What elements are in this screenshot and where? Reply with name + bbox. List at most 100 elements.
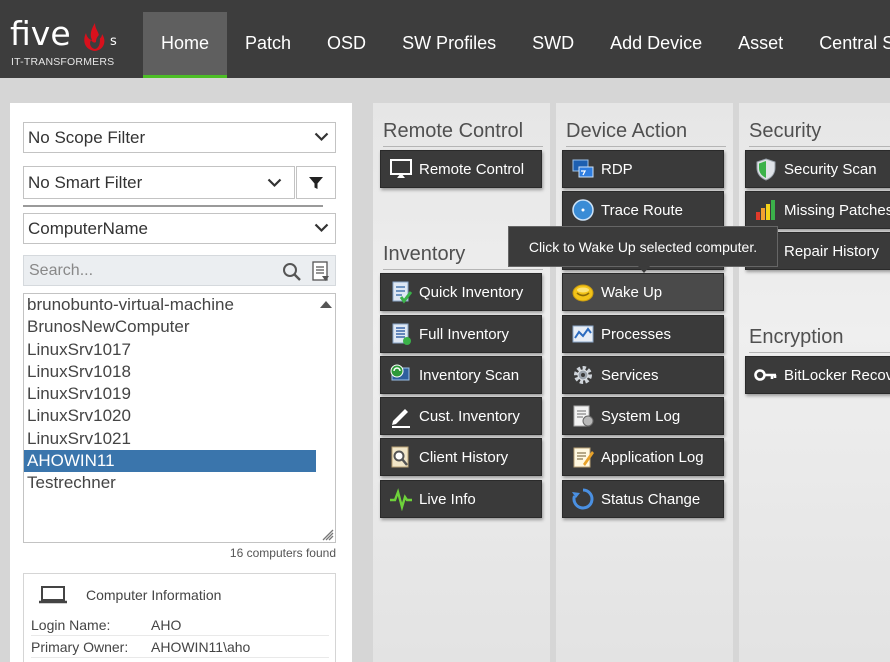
search-input[interactable] [29, 261, 269, 281]
nav-asset[interactable]: Asset [720, 12, 801, 78]
quick-inventory-button[interactable]: Quick Inventory [380, 273, 542, 311]
compass-icon [572, 199, 594, 221]
smart-filter-button[interactable] [296, 166, 336, 199]
shield-icon [756, 158, 776, 181]
encryption-title: Encryption [749, 326, 890, 353]
list-item[interactable]: BrunosNewComputer [24, 316, 316, 338]
rdp-button[interactable]: RDP [562, 150, 724, 188]
nav-sw-profiles[interactable]: SW Profiles [384, 12, 514, 78]
login-name-value: AHO [151, 616, 182, 633]
nav-home[interactable]: Home [143, 12, 228, 78]
chevron-down-icon [267, 178, 282, 188]
checklist-icon [392, 281, 413, 304]
chevron-down-icon [314, 132, 329, 142]
logo-word: five [10, 14, 71, 53]
smart-filter-select[interactable]: No Smart Filter [23, 166, 295, 199]
flame-icon [84, 23, 105, 51]
application-log-icon [573, 447, 594, 468]
trace-route-button[interactable]: Trace Route [562, 191, 724, 229]
logo-subtitle: IT-TRANSFORMERS [11, 56, 115, 68]
list-item[interactable]: LinuxSrv1017 [24, 339, 316, 361]
login-name-row: Login Name: AHO [31, 614, 329, 636]
list-item[interactable]: AHOWIN11 [24, 450, 316, 473]
application-log-label: Application Log [601, 448, 704, 466]
refresh-icon [572, 488, 594, 510]
laptop-icon [39, 586, 67, 604]
monitor-icon [390, 159, 412, 178]
resize-grip-icon[interactable] [320, 527, 334, 541]
scroll-up-icon[interactable] [320, 300, 332, 309]
client-history-button[interactable]: Client History [380, 438, 542, 476]
nav-patch[interactable]: Patch [227, 12, 309, 78]
main-nav: Home Patch OSD SW Profiles SWD Add Devic… [143, 12, 890, 78]
top-bar: five s IT-TRANSFORMERS Home Patch OSD SW… [0, 0, 890, 78]
cust-inventory-label: Cust. Inventory [419, 407, 520, 425]
divider [23, 205, 323, 207]
services-button[interactable]: Services [562, 356, 724, 394]
application-log-button[interactable]: Application Log [562, 438, 724, 476]
computer-information-title: Computer Information [86, 587, 222, 603]
repair-history-label: Repair History [784, 242, 880, 260]
tooltip-arrow [638, 266, 650, 273]
chart-window-icon [572, 325, 594, 343]
computer-list[interactable]: brunobunto-virtual-machine BrunosNewComp… [23, 293, 336, 543]
bitlocker-recovery-label: BitLocker Recove [784, 366, 890, 384]
list-item[interactable]: brunobunto-virtual-machine [24, 294, 316, 316]
bitlocker-recovery-button[interactable]: BitLocker Recove [745, 356, 890, 394]
scope-filter-select[interactable]: No Scope Filter [23, 122, 336, 153]
funnel-icon [309, 176, 323, 189]
chevron-down-icon [314, 223, 329, 233]
security-column: Security Security Scan Missing Patches R… [739, 103, 890, 662]
scan-icon [390, 364, 410, 381]
full-inventory-button[interactable]: Full Inventory [380, 315, 542, 353]
key-icon [754, 369, 777, 381]
login-name-label: Login Name: [31, 616, 111, 633]
missing-patches-button[interactable]: Missing Patches [745, 191, 890, 229]
system-log-button[interactable]: System Log [562, 397, 724, 435]
primary-owner-label: Primary Owner: [31, 638, 129, 655]
system-log-label: System Log [601, 407, 681, 425]
attribute-select[interactable]: ComputerName [23, 213, 336, 244]
wake-up-tooltip: Click to Wake Up selected computer. [508, 226, 778, 267]
security-scan-button[interactable]: Security Scan [745, 150, 890, 188]
inventory-scan-button[interactable]: Inventory Scan [380, 356, 542, 394]
system-log-icon [573, 405, 594, 427]
device-action-column: Device Action RDP Trace Route Wake Up Pr… [556, 103, 733, 662]
nav-osd[interactable]: OSD [309, 12, 384, 78]
nav-central-search[interactable]: Central Sea [801, 12, 890, 78]
wake-up-button[interactable]: Wake Up [562, 273, 724, 311]
bar-chart-icon [756, 200, 775, 220]
gear-icon [574, 366, 592, 384]
list-item[interactable]: LinuxSrv1021 [24, 428, 316, 450]
document-list-icon [392, 323, 411, 345]
nav-swd[interactable]: SWD [514, 12, 592, 78]
primary-owner-value: AHOWIN11\aho [151, 638, 251, 655]
nav-add-device[interactable]: Add Device [592, 12, 720, 78]
computer-panel: No Scope Filter No Smart Filter Computer… [10, 103, 352, 662]
processes-button[interactable]: Processes [562, 315, 724, 353]
rdp-icon [572, 159, 594, 178]
full-inventory-label: Full Inventory [419, 325, 510, 343]
computers-found-count: 16 computers found [229, 546, 336, 560]
list-item[interactable]: LinuxSrv1018 [24, 361, 316, 383]
pencil-icon [392, 409, 410, 428]
scope-filter-value: No Scope Filter [28, 127, 146, 147]
list-item[interactable]: LinuxSrv1019 [24, 383, 316, 405]
status-change-button[interactable]: Status Change [562, 480, 724, 518]
list-item[interactable]: LinuxSrv1020 [24, 405, 316, 427]
processes-label: Processes [601, 325, 672, 343]
computer-information-panel: Computer Information Login Name: AHO Pri… [23, 573, 336, 662]
live-info-button[interactable]: Live Info [380, 480, 542, 518]
fives-logo[interactable]: five s IT-TRANSFORMERS [10, 14, 130, 72]
computer-information-header[interactable]: Computer Information [38, 584, 221, 606]
remote-control-button[interactable]: Remote Control [380, 150, 542, 188]
wake-up-icon [572, 284, 594, 302]
remote-inventory-column: Remote Control Remote Control Inventory … [373, 103, 550, 662]
cust-inventory-button[interactable]: Cust. Inventory [380, 397, 542, 435]
list-filter-icon[interactable] [312, 261, 330, 282]
wake-up-label: Wake Up [601, 283, 663, 301]
attribute-value: ComputerName [28, 218, 148, 238]
search-icon[interactable] [282, 262, 302, 282]
list-item[interactable]: Testrechner [24, 472, 316, 494]
status-change-label: Status Change [601, 490, 701, 508]
